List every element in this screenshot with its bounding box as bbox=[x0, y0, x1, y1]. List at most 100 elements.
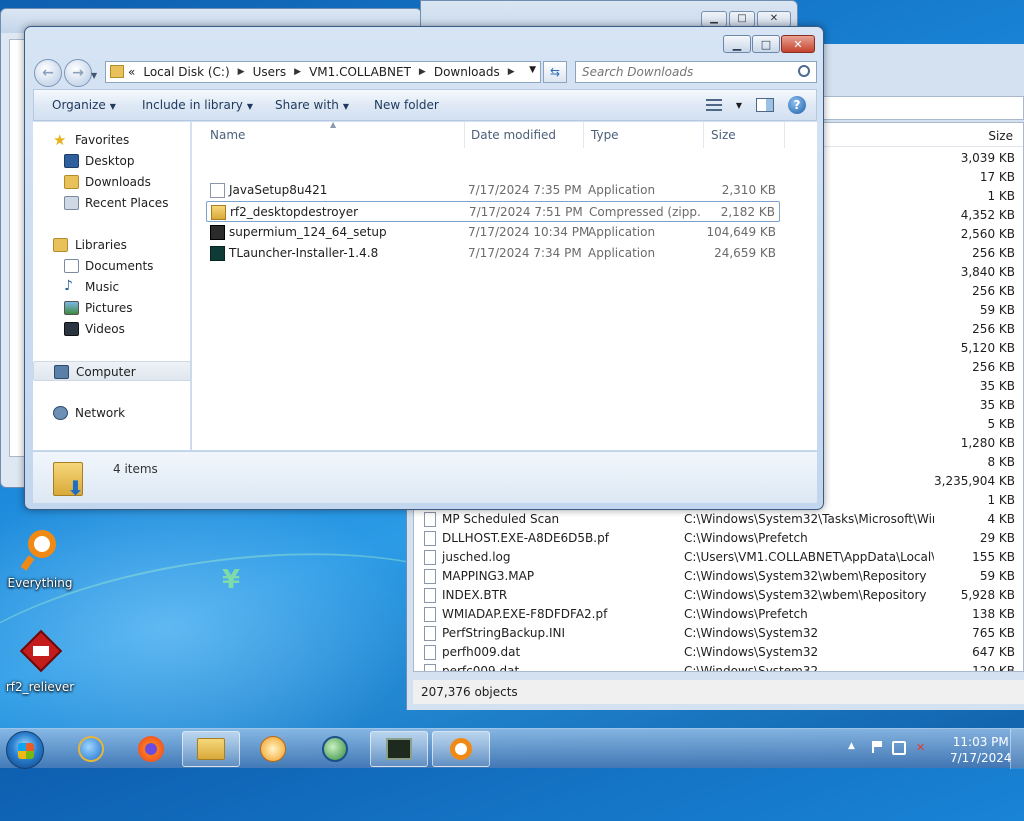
taskbar-media-player-button[interactable] bbox=[244, 731, 302, 767]
organize-button[interactable]: Organize ▼ bbox=[52, 98, 116, 112]
maximize-button[interactable]: □ bbox=[729, 11, 755, 27]
result-row[interactable]: MP Scheduled Scan C:\Windows\System32\Tas… bbox=[414, 510, 1023, 529]
nav-music[interactable]: ♪ Music bbox=[33, 277, 191, 297]
result-row[interactable]: INDEX.BTR C:\Windows\System32\wbem\Reposi… bbox=[414, 586, 1023, 605]
result-name: MP Scheduled Scan bbox=[442, 512, 560, 526]
change-view-icon[interactable] bbox=[705, 99, 722, 111]
computer-icon bbox=[54, 365, 69, 379]
result-size: 1 KB bbox=[987, 493, 1015, 507]
breadcrumb-overflow[interactable]: « bbox=[128, 65, 135, 79]
file-name: supermium_124_64_setup bbox=[229, 225, 387, 239]
chevron-right-icon[interactable]: ▶ bbox=[294, 67, 301, 77]
column-name-header[interactable]: Name bbox=[210, 128, 245, 142]
show-desktop-button[interactable] bbox=[1010, 729, 1024, 769]
result-size: 1,280 KB bbox=[960, 436, 1015, 450]
file-row[interactable]: supermium_124_64_setup 7/17/2024 10:34 PM… bbox=[206, 222, 780, 243]
file-row[interactable]: rf2_desktopdestroyer 7/17/2024 7:51 PM Com… bbox=[206, 201, 780, 222]
file-size: 2,310 KB bbox=[721, 183, 776, 197]
refresh-button[interactable]: ⇆ bbox=[543, 61, 567, 83]
chevron-right-icon[interactable]: ▶ bbox=[238, 67, 245, 77]
result-size: 4 KB bbox=[987, 512, 1015, 526]
breadcrumb-local-disk[interactable]: Local Disk (C:) bbox=[143, 65, 229, 79]
nav-computer[interactable]: Computer bbox=[33, 361, 191, 381]
item-count: 4 items bbox=[113, 462, 158, 476]
nav-network[interactable]: Network bbox=[33, 403, 191, 423]
everything-status-bar: 207,376 objects bbox=[413, 680, 1024, 704]
result-row[interactable]: WMIADAP.EXE-F8DFDFA2.pf C:\Windows\Prefet… bbox=[414, 605, 1023, 624]
search-icon bbox=[798, 65, 810, 77]
minimize-button[interactable]: ▁ bbox=[701, 11, 727, 27]
result-row[interactable]: PerfStringBackup.INI C:\Windows\System32 7… bbox=[414, 624, 1023, 643]
nav-downloads[interactable]: Downloads bbox=[33, 172, 191, 192]
nav-pictures[interactable]: Pictures bbox=[33, 298, 191, 318]
desktop-icon-everything[interactable]: Everything bbox=[2, 528, 78, 590]
result-row[interactable]: jusched.log C:\Users\VM1.COLLABNET\AppDat… bbox=[414, 548, 1023, 567]
result-size: 59 KB bbox=[979, 303, 1015, 317]
column-size-header[interactable]: Size bbox=[711, 128, 736, 142]
preview-pane-icon[interactable] bbox=[756, 98, 774, 112]
chevron-right-icon[interactable]: ▶ bbox=[508, 67, 515, 77]
zip-folder-icon bbox=[211, 205, 226, 220]
taskbar-everything-button[interactable] bbox=[432, 731, 490, 767]
nav-desktop[interactable]: Desktop bbox=[33, 151, 191, 171]
nav-recent-places[interactable]: Recent Places bbox=[33, 193, 191, 213]
rf2-reliever-app-icon bbox=[19, 629, 63, 676]
explorer-window[interactable]: ▁ □ ✕ ← → ▼ « Local Disk (C:) ▶ Users ▶ … bbox=[24, 26, 824, 510]
clock[interactable]: 11:03 PM 7/17/2024 bbox=[950, 734, 1012, 766]
taskbar-task-manager-button[interactable] bbox=[370, 731, 428, 767]
help-icon[interactable]: ? bbox=[788, 96, 806, 114]
breadcrumb-user[interactable]: VM1.COLLABNET bbox=[309, 65, 411, 79]
file-icon bbox=[424, 512, 436, 527]
close-button[interactable]: ✕ bbox=[757, 11, 791, 27]
breadcrumb-downloads[interactable]: Downloads bbox=[434, 65, 500, 79]
result-row[interactable]: perfc009.dat C:\Windows\System32 120 KB bbox=[414, 662, 1023, 671]
network-icon[interactable] bbox=[892, 741, 906, 755]
column-date-header[interactable]: Date modified bbox=[471, 128, 556, 142]
forward-button[interactable]: → bbox=[64, 59, 92, 87]
file-type: Compressed (zipp... bbox=[589, 205, 701, 219]
volume-muted-icon[interactable]: ✕ bbox=[916, 741, 930, 755]
new-folder-button[interactable]: New folder bbox=[374, 98, 439, 112]
result-row[interactable]: DLLHOST.EXE-A8DE6D5B.pf C:\Windows\Prefet… bbox=[414, 529, 1023, 548]
share-with-button[interactable]: Share with ▼ bbox=[275, 98, 349, 112]
taskbar-firefox-button[interactable] bbox=[122, 731, 180, 767]
task-manager-icon bbox=[386, 738, 412, 760]
search-input[interactable] bbox=[576, 62, 786, 82]
nav-videos[interactable]: Videos bbox=[33, 319, 191, 339]
result-name: perfh009.dat bbox=[442, 645, 521, 659]
wallpaper-logo: ¥ bbox=[222, 565, 241, 595]
clock-date: 7/17/2024 bbox=[950, 751, 1012, 765]
desktop-icon-rf2-reliever[interactable]: rf2_reliever bbox=[2, 629, 78, 694]
back-button[interactable]: ← bbox=[34, 59, 62, 87]
column-size-header[interactable]: Size bbox=[988, 129, 1013, 143]
object-count: 207,376 objects bbox=[421, 685, 518, 699]
file-date-modified: 7/17/2024 7:51 PM bbox=[469, 205, 583, 219]
view-dropdown-icon[interactable]: ▼ bbox=[736, 101, 742, 110]
nav-libraries[interactable]: Libraries bbox=[33, 235, 191, 255]
file-row[interactable]: TLauncher-Installer-1.4.8 7/17/2024 7:34 … bbox=[206, 243, 780, 264]
taskbar-browser-button[interactable] bbox=[306, 731, 364, 767]
show-hidden-icons-button[interactable]: ▲ bbox=[848, 741, 862, 755]
include-in-library-button[interactable]: Include in library ▼ bbox=[142, 98, 253, 112]
file-list[interactable]: ▲ Name Date modified Type Size JavaSetup… bbox=[192, 120, 817, 450]
taskbar-explorer-button[interactable] bbox=[182, 731, 240, 767]
chevron-right-icon[interactable]: ▶ bbox=[419, 67, 426, 77]
column-type-header[interactable]: Type bbox=[591, 128, 619, 142]
maximize-button[interactable]: □ bbox=[752, 35, 780, 53]
result-path: C:\Windows\Prefetch bbox=[684, 531, 808, 545]
action-center-flag-icon[interactable] bbox=[872, 741, 882, 753]
nav-favorites[interactable]: ★ Favorites bbox=[33, 130, 191, 150]
nav-documents[interactable]: Documents bbox=[33, 256, 191, 276]
close-button[interactable]: ✕ bbox=[781, 35, 815, 53]
minimize-button[interactable]: ▁ bbox=[723, 35, 751, 53]
file-row[interactable]: JavaSetup8u421 7/17/2024 7:35 PM Applicati… bbox=[206, 180, 780, 201]
address-dropdown-icon[interactable]: ▼ bbox=[529, 65, 536, 75]
address-bar[interactable]: « Local Disk (C:) ▶ Users ▶ VM1.COLLABNE… bbox=[105, 61, 541, 83]
taskbar-ie-button[interactable] bbox=[62, 731, 120, 767]
search-box[interactable] bbox=[575, 61, 817, 83]
start-button[interactable] bbox=[6, 731, 44, 769]
result-row[interactable]: MAPPING3.MAP C:\Windows\System32\wbem\Rep… bbox=[414, 567, 1023, 586]
result-row[interactable]: perfh009.dat C:\Windows\System32 647 KB bbox=[414, 643, 1023, 662]
breadcrumb-users[interactable]: Users bbox=[253, 65, 287, 79]
recent-pages-dropdown[interactable]: ▼ bbox=[91, 71, 97, 80]
